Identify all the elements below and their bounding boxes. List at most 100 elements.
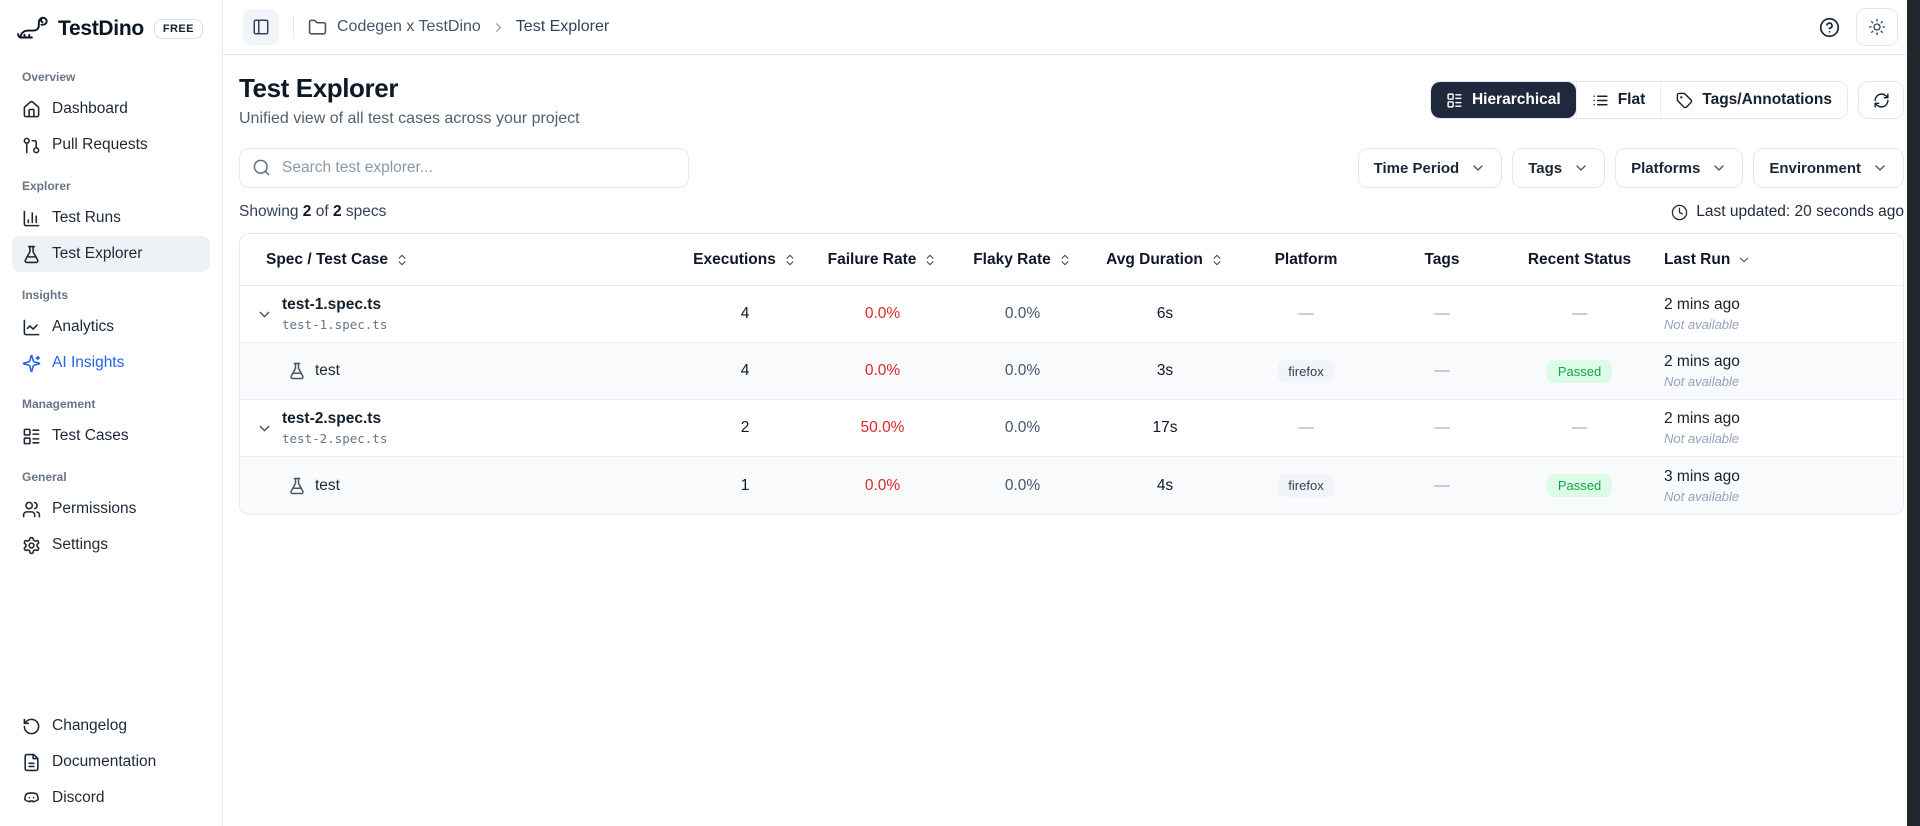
table-row-test[interactable]: test 4 0.0% 0.0% 3s firefox — Passed 2 m… — [240, 343, 1903, 400]
panel-left-icon — [252, 18, 270, 36]
last-run-time: 2 mins ago — [1664, 410, 1903, 428]
sidebar-item-ai-insights[interactable]: AI Insights — [12, 345, 210, 381]
flaky-rate-value: 0.0% — [950, 305, 1095, 323]
column-header-executions[interactable]: Executions — [675, 251, 815, 269]
view-mode-tags-annotations[interactable]: Tags/Annotations — [1660, 82, 1847, 118]
sidebar-item-pull-requests[interactable]: Pull Requests — [12, 127, 210, 163]
spec-title-block: test-1.spec.ts test-1.spec.ts — [282, 296, 387, 332]
chevron-down-icon[interactable] — [256, 420, 273, 437]
recent-status-value: — — [1507, 305, 1652, 323]
view-mode-hierarchical[interactable]: Hierarchical — [1431, 82, 1576, 118]
column-label: Avg Duration — [1106, 251, 1203, 269]
filter-tags[interactable]: Tags — [1512, 148, 1605, 188]
search-box — [239, 148, 689, 188]
page-subtitle: Unified view of all test cases across yo… — [239, 110, 580, 128]
view-mode-label: Tags/Annotations — [1702, 91, 1832, 109]
executions-value: 1 — [675, 477, 815, 495]
view-mode-flat[interactable]: Flat — [1576, 82, 1661, 118]
topbar-left: Codegen x TestDino Test Explorer — [243, 9, 1819, 45]
column-header-tags: Tags — [1377, 251, 1507, 269]
theme-toggle-button[interactable] — [1856, 8, 1898, 46]
test-cell: test — [240, 362, 675, 380]
sidebar-toggle-button[interactable] — [243, 9, 279, 45]
sidebar-item-test-runs[interactable]: Test Runs — [12, 200, 210, 236]
help-button[interactable] — [1819, 17, 1840, 38]
sidebar-item-label: Pull Requests — [52, 136, 148, 154]
filter-time-period[interactable]: Time Period — [1358, 148, 1503, 188]
flask-icon — [288, 362, 306, 380]
column-header-failure-rate[interactable]: Failure Rate — [815, 251, 950, 269]
status-badge: Passed — [1547, 360, 1612, 383]
sidebar-item-analytics[interactable]: Analytics — [12, 309, 210, 345]
nav-section-management: Management — [22, 397, 200, 411]
column-header-avg-duration[interactable]: Avg Duration — [1095, 251, 1235, 269]
column-label: Failure Rate — [828, 251, 917, 269]
sidebar-item-permissions[interactable]: Permissions — [12, 491, 210, 527]
clock-icon — [1671, 204, 1688, 221]
last-run-time: 3 mins ago — [1664, 468, 1903, 486]
column-header-last-run[interactable]: Last Run — [1652, 251, 1903, 269]
flaky-rate-value: 0.0% — [950, 362, 1095, 380]
results-summary: Showing 2 of 2 specs — [239, 203, 386, 221]
chevron-down-icon — [1711, 160, 1727, 176]
recent-status-value: — — [1507, 419, 1652, 437]
flask-icon — [22, 245, 41, 264]
sidebar-item-label: Test Cases — [52, 427, 129, 445]
avg-duration-value: 3s — [1095, 362, 1235, 380]
tag-icon — [1676, 92, 1693, 109]
search-input[interactable] — [239, 148, 689, 188]
view-mode-label: Flat — [1618, 91, 1646, 109]
sidebar: TestDino FREE Overview Dashboard Pull Re… — [0, 0, 223, 826]
brand-name: TestDino — [58, 17, 144, 41]
sidebar-item-label: Analytics — [52, 318, 114, 336]
line-chart-icon — [22, 318, 41, 337]
column-header-recent-status: Recent Status — [1507, 251, 1652, 269]
scrollbar[interactable] — [1907, 0, 1920, 826]
git-pull-request-icon — [22, 136, 41, 155]
sidebar-item-test-explorer[interactable]: Test Explorer — [12, 236, 210, 272]
help-circle-icon — [1819, 17, 1840, 38]
filter-platforms[interactable]: Platforms — [1615, 148, 1743, 188]
brand[interactable]: TestDino FREE — [12, 10, 210, 54]
page-title: Test Explorer — [239, 73, 580, 104]
meta-row: Showing 2 of 2 specs Last updated: 20 se… — [239, 203, 1904, 221]
recent-status-cell: Passed — [1507, 474, 1652, 497]
filter-environment[interactable]: Environment — [1753, 148, 1904, 188]
home-icon — [22, 100, 41, 119]
content: Test Explorer Unified view of all test c… — [223, 55, 1920, 515]
summary-connector: of — [316, 203, 329, 220]
table-row-spec[interactable]: test-2.spec.ts test-2.spec.ts 2 50.0% 0.… — [240, 400, 1903, 457]
last-updated: Last updated: 20 seconds ago — [1671, 203, 1904, 221]
summary-prefix: Showing — [239, 203, 298, 220]
summary-total-count: 2 — [333, 203, 342, 220]
folder-icon — [308, 18, 327, 37]
filter-label: Tags — [1528, 160, 1562, 177]
column-header-flaky-rate[interactable]: Flaky Rate — [950, 251, 1095, 269]
sidebar-item-dashboard[interactable]: Dashboard — [12, 91, 210, 127]
sidebar-footer: Changelog Documentation Discord — [12, 708, 210, 818]
last-run-cell: 3 mins ago Not available — [1652, 468, 1903, 504]
table-row-spec[interactable]: test-1.spec.ts test-1.spec.ts 4 0.0% 0.0… — [240, 286, 1903, 343]
sidebar-item-test-cases[interactable]: Test Cases — [12, 418, 210, 454]
spec-name: test-1.spec.ts — [282, 296, 387, 314]
spec-cell: test-1.spec.ts test-1.spec.ts — [240, 296, 675, 332]
breadcrumb-project[interactable]: Codegen x TestDino — [337, 18, 481, 36]
last-run-note: Not available — [1664, 489, 1903, 504]
sidebar-item-label: Settings — [52, 536, 108, 554]
table-header-row: Spec / Test Case Executions Failure Rate… — [240, 234, 1903, 286]
column-header-spec[interactable]: Spec / Test Case — [240, 251, 675, 269]
status-badge: Passed — [1547, 474, 1612, 497]
column-label: Last Run — [1664, 251, 1730, 269]
sidebar-item-discord[interactable]: Discord — [12, 780, 210, 816]
refresh-button[interactable] — [1858, 81, 1904, 119]
list-icon — [1592, 92, 1609, 109]
table-row-test[interactable]: test 1 0.0% 0.0% 4s firefox — Passed 3 m… — [240, 457, 1903, 514]
topbar-right — [1819, 8, 1898, 46]
sidebar-item-changelog[interactable]: Changelog — [12, 708, 210, 744]
tags-value: — — [1377, 362, 1507, 380]
sidebar-item-settings[interactable]: Settings — [12, 527, 210, 563]
sidebar-item-label: Test Runs — [52, 209, 121, 227]
sidebar-item-documentation[interactable]: Documentation — [12, 744, 210, 780]
column-label: Executions — [693, 251, 776, 269]
chevron-down-icon[interactable] — [256, 306, 273, 323]
